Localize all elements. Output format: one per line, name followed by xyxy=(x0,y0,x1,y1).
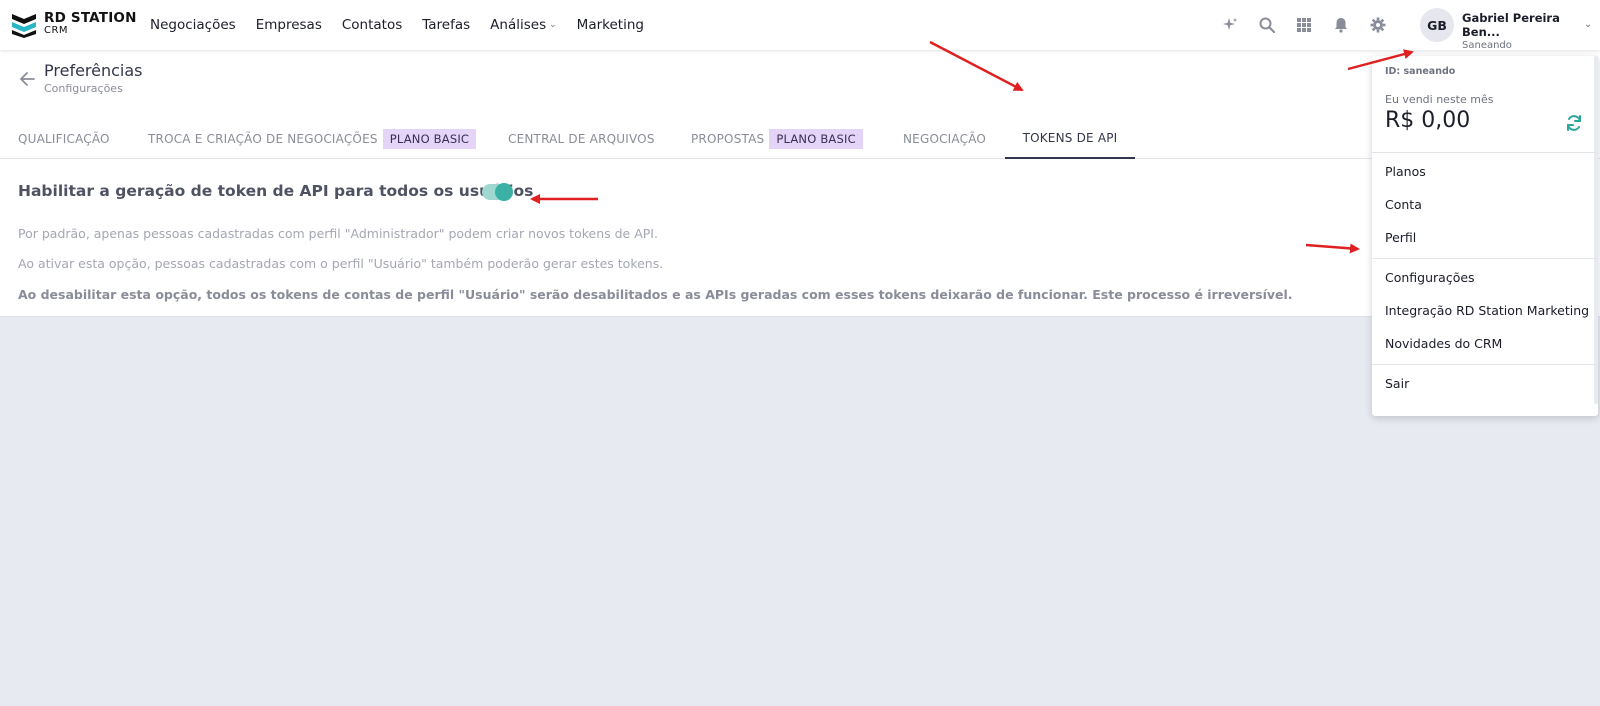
tabs: QUALIFICAÇÃO TROCA E CRIAÇÃO DE NEGOCIAÇ… xyxy=(0,118,1600,159)
refresh-icon[interactable] xyxy=(1565,114,1583,132)
nav-empresas[interactable]: Empresas xyxy=(256,17,322,33)
gear-icon[interactable] xyxy=(1368,15,1388,35)
enable-api-tokens-toggle[interactable] xyxy=(482,183,513,201)
dropdown-divider xyxy=(1372,258,1598,259)
tab-tokens-api[interactable]: TOKENS DE API xyxy=(1005,118,1135,159)
menu-item-conta[interactable]: Conta xyxy=(1385,197,1422,212)
chevron-down-icon: ⌄ xyxy=(549,20,557,30)
logo-mark-icon xyxy=(12,14,36,38)
bell-icon[interactable] xyxy=(1331,15,1351,35)
page-title: Preferências xyxy=(44,61,143,80)
plan-badge: PLANO BASIC xyxy=(382,128,477,149)
menu-item-integracao[interactable]: Integração RD Station Marketing xyxy=(1385,303,1589,318)
avatar[interactable]: GB xyxy=(1420,8,1454,42)
setting-description: Ao ativar esta opção, pessoas cadastrada… xyxy=(18,256,664,271)
menu-item-novidades[interactable]: Novidades do CRM xyxy=(1385,336,1502,351)
user-name: Gabriel Pereira Ben... xyxy=(1462,11,1560,40)
nav-marketing[interactable]: Marketing xyxy=(577,17,644,33)
back-arrow-icon[interactable] xyxy=(18,70,36,88)
apps-grid-icon[interactable] xyxy=(1294,15,1314,35)
nav-negociacoes[interactable]: Negociações xyxy=(150,17,236,33)
menu-item-configuracoes[interactable]: Configurações xyxy=(1385,270,1475,285)
sold-value: R$ 0,00 xyxy=(1385,108,1471,133)
main-nav: Negociações Empresas Contatos Tarefas An… xyxy=(150,0,664,50)
nav-tarefas[interactable]: Tarefas xyxy=(422,17,470,33)
rd-station-logo[interactable]: RD STATION CRM xyxy=(10,10,137,38)
nav-contatos[interactable]: Contatos xyxy=(342,17,402,33)
tab-troca-criacao[interactable]: TROCA E CRIAÇÃO DE NEGOCIAÇÕES PLANO BASI… xyxy=(148,118,477,159)
sold-label: Eu vendi neste mês xyxy=(1385,93,1494,106)
logo-subtitle: CRM xyxy=(44,25,69,37)
tab-qualificacao[interactable]: QUALIFICAÇÃO xyxy=(18,118,110,159)
tab-central-arquivos[interactable]: CENTRAL DE ARQUIVOS xyxy=(508,118,655,159)
setting-description: Por padrão, apenas pessoas cadastradas c… xyxy=(18,226,658,241)
nav-analises[interactable]: Análises ⌄ xyxy=(490,17,557,33)
menu-item-planos[interactable]: Planos xyxy=(1385,164,1426,179)
toggle-knob xyxy=(495,183,513,201)
plan-badge: PLANO BASIC xyxy=(769,128,863,149)
sparkle-icon[interactable] xyxy=(1220,15,1240,35)
user-menu-trigger[interactable]: Gabriel Pereira Ben... Saneando xyxy=(1462,11,1600,52)
user-dropdown-menu: ID: saneando Eu vendi neste mês R$ 0,00 … xyxy=(1372,56,1598,416)
breadcrumb[interactable]: Configurações xyxy=(44,82,123,95)
menu-item-perfil[interactable]: Perfil xyxy=(1385,230,1416,245)
chevron-down-icon[interactable]: ⌄ xyxy=(1584,19,1592,30)
top-navbar: RD STATION CRM Negociações Empresas Cont… xyxy=(0,0,1600,52)
setting-title: Habilitar a geração de token de API para… xyxy=(18,182,534,200)
user-org: Saneando xyxy=(1462,39,1512,51)
tab-propostas[interactable]: PROPOSTAS PLANO BASIC xyxy=(691,118,863,159)
account-id: ID: saneando xyxy=(1385,66,1456,77)
menu-item-sair[interactable]: Sair xyxy=(1385,376,1409,391)
setting-warning: Ao desabilitar esta opção, todos os toke… xyxy=(18,287,1293,302)
top-icons xyxy=(1220,0,1405,50)
search-icon[interactable] xyxy=(1257,15,1277,35)
tab-negociacao[interactable]: NEGOCIAÇÃO xyxy=(903,118,986,159)
logo-title: RD STATION xyxy=(44,9,137,26)
dropdown-divider xyxy=(1372,364,1598,365)
dropdown-scrollbar[interactable] xyxy=(1594,56,1598,404)
dropdown-divider xyxy=(1372,152,1598,153)
